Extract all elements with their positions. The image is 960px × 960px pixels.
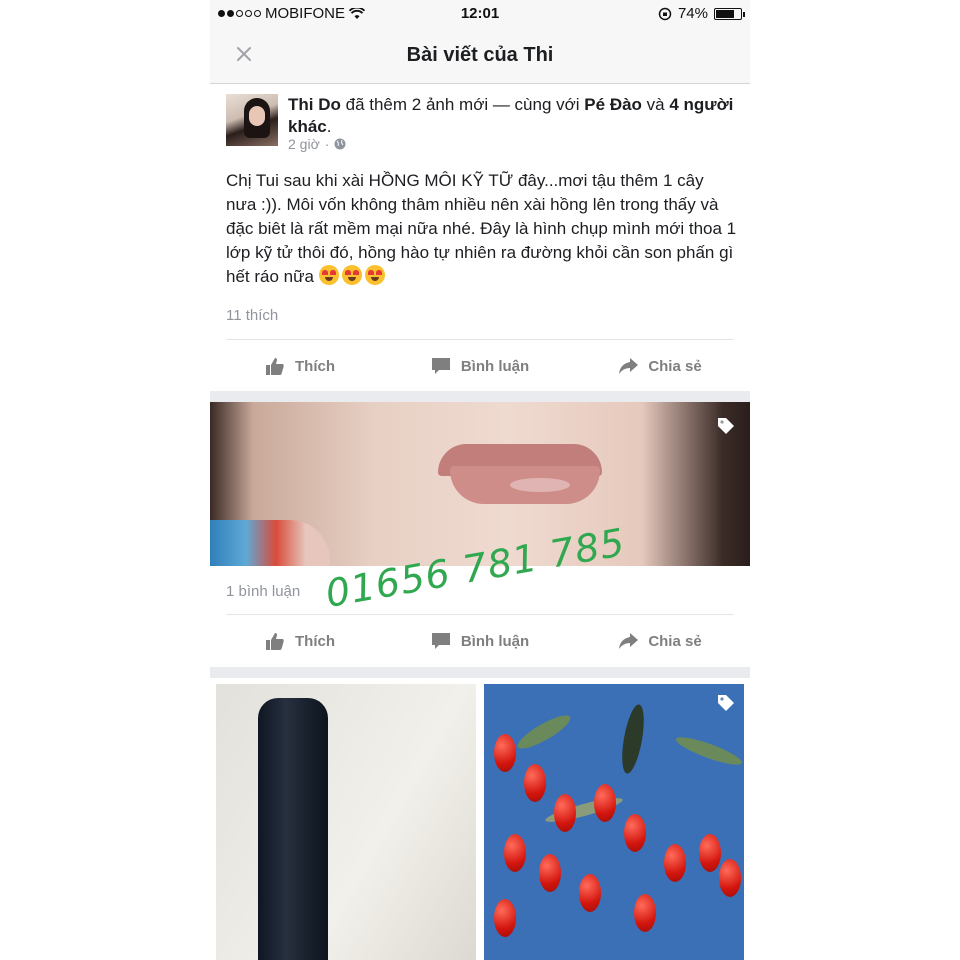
meta-separator: ·	[324, 136, 330, 152]
status-bar: MOBIFONE 12:01 74%	[210, 0, 750, 28]
comment-icon	[431, 358, 450, 374]
post-actions: Thích Bình luận Chia sẻ	[210, 343, 750, 389]
like-button[interactable]: Thích	[210, 343, 390, 389]
heart-eyes-emoji-group	[318, 265, 385, 285]
comment-icon	[431, 633, 450, 649]
photo-goji-berries[interactable]	[484, 684, 744, 960]
share-arrow-icon	[619, 633, 639, 649]
share-label: Chia sẻ	[648, 632, 702, 650]
photo-grid	[210, 678, 750, 960]
and-text: và	[641, 95, 670, 114]
comment-button[interactable]: Bình luận	[390, 343, 570, 389]
post-body: Chị Tui sau khi xài HỒNG MÔI KỸ TỮ đây..…	[226, 169, 738, 289]
comment-button[interactable]: Bình luận	[390, 618, 570, 664]
photo-product-tube[interactable]	[216, 684, 476, 960]
tag-icon[interactable]	[717, 694, 735, 712]
post-meta: 2 giờ ·	[288, 136, 346, 152]
battery-area: 74%	[658, 5, 745, 22]
like-label: Thích	[295, 357, 335, 375]
heart-eyes-emoji-icon	[341, 265, 362, 285]
like-button[interactable]: Thích	[210, 618, 390, 664]
post-photo-lips[interactable]	[210, 402, 750, 566]
post-card: Thi Do đã thêm 2 ảnh mới — cùng với Pé Đ…	[210, 84, 750, 391]
post-body-text: Chị Tui sau khi xài HỒNG MÔI KỸ TỮ đây..…	[226, 171, 737, 286]
avatar[interactable]	[226, 94, 278, 146]
share-button[interactable]: Chia sẻ	[570, 343, 750, 389]
share-label: Chia sẻ	[648, 357, 702, 375]
nav-bar: Bài viết của Thi	[210, 28, 750, 84]
heart-eyes-emoji-icon	[364, 265, 385, 285]
tagged-person[interactable]: Pé Đào	[584, 95, 642, 114]
share-arrow-icon	[619, 358, 639, 374]
author-name[interactable]: Thi Do	[288, 95, 341, 114]
page-title: Bài viết của Thi	[406, 44, 554, 66]
divider	[226, 339, 734, 340]
comment-label: Bình luận	[460, 632, 530, 650]
comment-label: Bình luận	[460, 357, 530, 375]
comment-count[interactable]: 1 bình luận	[226, 583, 300, 600]
tag-icon[interactable]	[717, 417, 735, 435]
phone-screen: MOBIFONE 12:01 74% Bài viết của Thi Thi …	[210, 0, 750, 960]
battery-percent: 74%	[677, 5, 708, 22]
globe-icon	[334, 138, 346, 150]
thumbs-up-icon	[266, 633, 284, 650]
period: .	[326, 117, 332, 136]
heart-eyes-emoji-icon	[318, 265, 339, 285]
post-header: Thi Do đã thêm 2 ảnh mới — cùng với Pé Đ…	[288, 94, 734, 138]
photo-actions: Thích Bình luận Chia sẻ	[210, 618, 750, 664]
thumbs-up-icon	[266, 358, 284, 375]
divider	[226, 614, 734, 615]
post-action-text: đã thêm 2 ảnh mới — cùng với	[340, 95, 585, 114]
orientation-lock-icon	[658, 7, 672, 20]
like-count[interactable]: 11 thích	[226, 307, 278, 324]
post-time[interactable]: 2 giờ	[288, 136, 320, 152]
battery-icon	[714, 7, 745, 20]
like-label: Thích	[295, 632, 335, 650]
share-button[interactable]: Chia sẻ	[570, 618, 750, 664]
